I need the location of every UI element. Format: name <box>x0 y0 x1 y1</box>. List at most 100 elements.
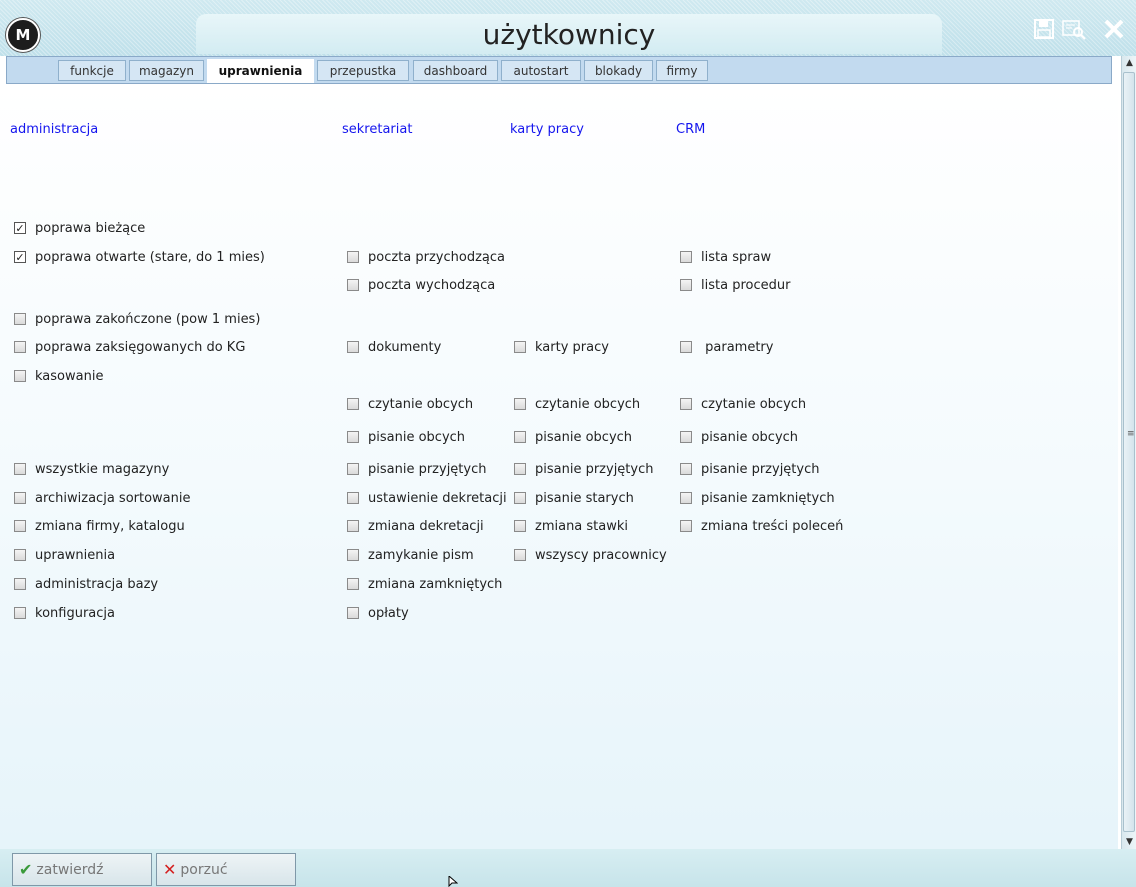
checkbox[interactable] <box>347 578 359 590</box>
checkbox[interactable] <box>514 549 526 561</box>
checkbox[interactable] <box>14 520 26 532</box>
perm-label: lista procedur <box>701 277 791 293</box>
perm-sek-pisanie-obcych[interactable]: pisanie obcych <box>347 428 465 446</box>
perm-label: poprawa bieżące <box>35 220 146 236</box>
vertical-scrollbar[interactable]: ▲ ≡ ▼ <box>1121 56 1136 849</box>
perm-label: pisanie obcych <box>535 429 633 445</box>
perm-poprawa-otwarte[interactable]: ✓ poprawa otwarte (stare, do 1 mies) <box>14 248 265 266</box>
perm-zamykanie-pism[interactable]: zamykanie pism <box>347 546 474 564</box>
discard-button[interactable]: ✕ porzuć <box>156 853 296 886</box>
perm-poczta-przychodzaca[interactable]: poczta przychodząca <box>347 248 505 266</box>
perm-dokumenty[interactable]: dokumenty <box>347 338 441 356</box>
checkbox[interactable] <box>347 463 359 475</box>
checkbox[interactable] <box>680 398 692 410</box>
perm-zmiana-firmy[interactable]: zmiana firmy, katalogu <box>14 517 185 535</box>
checkbox[interactable] <box>347 492 359 504</box>
scrollbar-thumb[interactable]: ≡ <box>1123 72 1135 832</box>
checkbox[interactable] <box>14 607 26 619</box>
perm-crm-czytanie-obcych[interactable]: czytanie obcych <box>680 395 806 413</box>
checkbox[interactable] <box>347 251 359 263</box>
perm-ustawienie-dekretacji[interactable]: ustawienie dekretacji <box>347 489 507 507</box>
checkbox[interactable] <box>14 578 26 590</box>
tab-blokady[interactable]: blokady <box>584 60 653 81</box>
perm-sek-pisanie-przyjetych[interactable]: pisanie przyjętych <box>347 460 487 478</box>
perm-pisanie-zamknietych[interactable]: pisanie zamkniętych <box>680 489 835 507</box>
checkbox[interactable] <box>14 313 26 325</box>
tab-autostart[interactable]: autostart <box>501 60 581 81</box>
perm-kp-pisanie-obcych[interactable]: pisanie obcych <box>514 428 632 446</box>
checkbox[interactable] <box>680 279 692 291</box>
perm-sek-czytanie-obcych[interactable]: czytanie obcych <box>347 395 473 413</box>
perm-lista-spraw[interactable]: lista spraw <box>680 248 771 266</box>
perm-zmiana-tresci-polecen[interactable]: zmiana treści poleceń <box>680 517 843 535</box>
perm-archiwizacja[interactable]: archiwizacja sortowanie <box>14 489 191 507</box>
scroll-down-arrow-icon[interactable]: ▼ <box>1122 835 1136 849</box>
perm-crm-pisanie-obcych[interactable]: pisanie obcych <box>680 428 798 446</box>
perm-poprawa-biezace[interactable]: ✓ poprawa bieżące <box>14 219 145 237</box>
perm-label: wszyscy pracownicy <box>535 547 667 563</box>
checkbox[interactable] <box>514 520 526 532</box>
save-icon[interactable] <box>1032 18 1056 40</box>
perm-poczta-wychodzaca[interactable]: poczta wychodząca <box>347 276 495 294</box>
preview-icon[interactable] <box>1062 18 1086 40</box>
perm-kp-czytanie-obcych[interactable]: czytanie obcych <box>514 395 640 413</box>
checkbox[interactable] <box>347 607 359 619</box>
perm-wszyscy-pracownicy[interactable]: wszyscy pracownicy <box>514 546 667 564</box>
checkbox[interactable] <box>680 251 692 263</box>
checkbox[interactable] <box>347 431 359 443</box>
close-icon[interactable] <box>1102 18 1126 40</box>
perm-parametry[interactable]: parametry <box>680 338 773 356</box>
checkbox[interactable]: ✓ <box>14 222 26 234</box>
perm-label: poczta przychodząca <box>368 249 505 265</box>
tab-firmy[interactable]: firmy <box>656 60 708 81</box>
perm-oplaty[interactable]: opłaty <box>347 604 409 622</box>
checkbox[interactable] <box>14 492 26 504</box>
checkbox[interactable] <box>680 431 692 443</box>
perm-lista-procedur[interactable]: lista procedur <box>680 276 790 294</box>
perm-konfiguracja[interactable]: konfiguracja <box>14 604 115 622</box>
checkbox[interactable] <box>14 549 26 561</box>
tab-uprawnienia[interactable]: uprawnienia <box>207 59 314 83</box>
perm-label: poprawa zaksięgowanych do KG <box>35 339 246 355</box>
scroll-up-arrow-icon[interactable]: ▲ <box>1122 56 1136 70</box>
checkbox[interactable] <box>514 341 526 353</box>
checkbox[interactable] <box>347 520 359 532</box>
checkbox[interactable] <box>514 431 526 443</box>
perm-zmiana-zamknietych[interactable]: zmiana zamkniętych <box>347 575 502 593</box>
checkbox[interactable] <box>347 398 359 410</box>
checkbox[interactable] <box>514 492 526 504</box>
perm-kp-pisanie-przyjetych[interactable]: pisanie przyjętych <box>514 460 654 478</box>
tab-przepustka[interactable]: przepustka <box>317 60 409 81</box>
perm-crm-pisanie-przyjetych[interactable]: pisanie przyjętych <box>680 460 820 478</box>
checkbox[interactable] <box>347 341 359 353</box>
perm-uprawnienia[interactable]: uprawnienia <box>14 546 115 564</box>
checkbox[interactable] <box>347 549 359 561</box>
checkbox[interactable] <box>347 279 359 291</box>
checkbox[interactable] <box>680 463 692 475</box>
perm-kasowanie[interactable]: kasowanie <box>14 367 103 385</box>
checkbox[interactable] <box>680 341 692 353</box>
tab-dashboard[interactable]: dashboard <box>413 60 498 81</box>
tab-magazyn[interactable]: magazyn <box>129 60 204 81</box>
perm-zmiana-dekretacji[interactable]: zmiana dekretacji <box>347 517 484 535</box>
checkbox[interactable] <box>14 370 26 382</box>
checkbox[interactable] <box>514 463 526 475</box>
perm-pisanie-starych[interactable]: pisanie starych <box>514 489 634 507</box>
checkbox[interactable] <box>14 463 26 475</box>
checkbox[interactable] <box>680 520 692 532</box>
checkbox[interactable]: ✓ <box>14 251 26 263</box>
confirm-button[interactable]: ✔ zatwierdź <box>12 853 152 886</box>
perm-karty-pracy[interactable]: karty pracy <box>514 338 609 356</box>
tab-funkcje[interactable]: funkcje <box>58 60 126 81</box>
perm-administracja-bazy[interactable]: administracja bazy <box>14 575 158 593</box>
checkbox[interactable] <box>14 341 26 353</box>
perm-zmiana-stawki[interactable]: zmiana stawki <box>514 517 628 535</box>
perm-poprawa-zakonczone[interactable]: poprawa zakończone (pow 1 mies) <box>14 310 260 328</box>
perm-label: parametry <box>701 339 774 355</box>
checkbox[interactable] <box>514 398 526 410</box>
checkbox[interactable] <box>680 492 692 504</box>
perm-label: pisanie starych <box>535 490 634 506</box>
perm-label: karty pracy <box>535 339 609 355</box>
perm-wszystkie-magazyny[interactable]: wszystkie magazyny <box>14 460 169 478</box>
perm-poprawa-zaksiegowanych[interactable]: poprawa zaksięgowanych do KG <box>14 338 245 356</box>
